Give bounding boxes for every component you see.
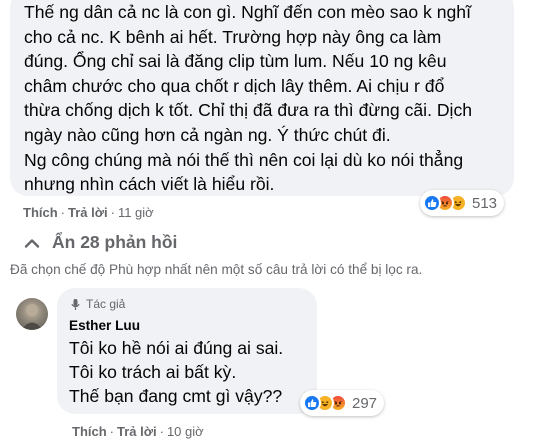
avatar[interactable] — [16, 298, 48, 330]
filter-note: Đã chọn chế độ Phù hợp nhất nên một số c… — [10, 262, 423, 277]
reply-link[interactable]: Trả lời — [117, 424, 157, 439]
like-icon — [423, 194, 441, 212]
comment-text-line: Ng công chúng mà nói thế thì nên coi lại… — [24, 149, 464, 170]
timestamp[interactable]: 11 giờ — [118, 205, 154, 220]
reaction-count: 297 — [352, 394, 378, 412]
comment-bubble: Thế ng dân cả nc là con gì. Nghĩ đến con… — [10, 0, 514, 196]
comment-text-line: đúng. Ổng chỉ sai là đăng clip tùm lum. … — [24, 51, 447, 72]
reply-link[interactable]: Trả lời — [68, 205, 108, 220]
reply-actions: Thích · Trả lời · 10 giờ — [72, 424, 204, 439]
comment-text-line: cho cả nc. K bênh ai hết. Trường hợp này… — [24, 26, 442, 47]
hide-replies-label: Ẩn 28 phản hồi — [52, 232, 178, 252]
author-badge: Tác giả — [69, 297, 305, 311]
like-icon — [303, 394, 321, 412]
comment-actions: Thích · Trả lời · 11 giờ — [23, 205, 154, 220]
reaction-summary[interactable]: 513 — [420, 190, 505, 216]
like-link[interactable]: Thích — [72, 424, 107, 439]
reply-bubble: Tác giả Esther Luu Tôi ko hề nói ai đúng… — [57, 288, 317, 414]
chevron-up-icon — [24, 238, 40, 248]
comment-text-line: thừa chống dịch k tốt. Chỉ thị đã đưa ra… — [24, 100, 473, 121]
comment-text-line: ngày nào cũng hơn cả ngàn ng. Ý thức chú… — [24, 124, 391, 145]
reaction-count: 513 — [472, 194, 498, 212]
reply-text-line: Thế bạn đang cmt gì vậy?? — [69, 386, 283, 406]
reply-text-line: Tôi ko hề nói ai đúng ai sai. — [69, 338, 284, 358]
comment-text-line: Thế ng dân cả nc là con gì. Nghĩ đến con… — [24, 2, 471, 22]
reaction-summary[interactable]: 297 — [300, 390, 385, 416]
timestamp[interactable]: 10 giờ — [167, 424, 204, 439]
reply-text-line: Tôi ko trách ai bất kỳ. — [69, 362, 237, 382]
author-name[interactable]: Esther Luu — [69, 318, 305, 333]
author-badge-label: Tác giả — [86, 297, 126, 311]
hide-replies-button[interactable]: Ẩn 28 phản hồi — [24, 232, 177, 253]
comment-text-line: châm chước cho qua chốt r dịch lây thêm.… — [24, 75, 445, 96]
microphone-icon — [71, 298, 80, 310]
like-link[interactable]: Thích — [23, 205, 58, 220]
